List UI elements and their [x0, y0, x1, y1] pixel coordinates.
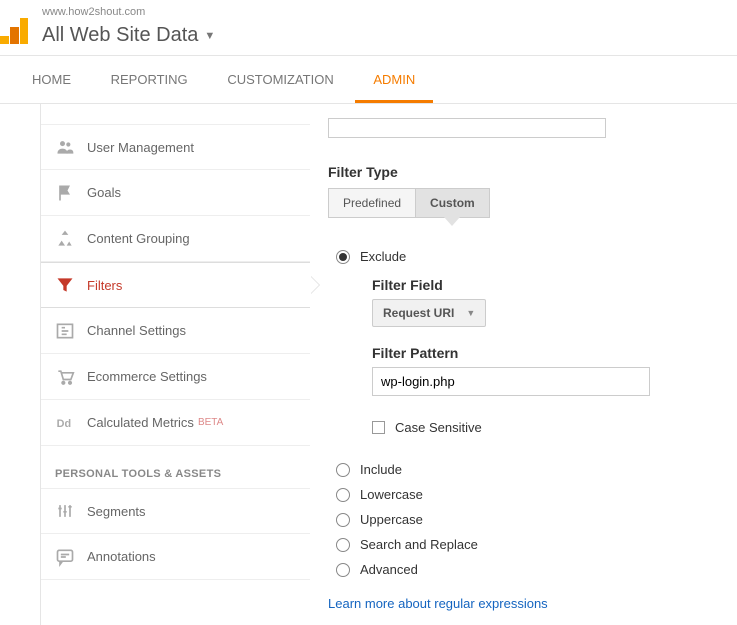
- filter-pattern-label: Filter Pattern: [372, 345, 719, 361]
- view-sidebar: User Management Goals Content Grouping F…: [40, 104, 310, 625]
- sidebar-item-label: User Management: [87, 140, 194, 155]
- main-panel: Filter Type Predefined Custom Exclude Fi…: [310, 104, 737, 625]
- regex-help-link[interactable]: Learn more about regular expressions: [328, 582, 719, 611]
- radio-label: Exclude: [360, 249, 406, 264]
- radio-include[interactable]: [336, 463, 350, 477]
- filter-type-toggle: Predefined Custom: [328, 188, 719, 218]
- channel-icon: [55, 321, 75, 341]
- host-label: www.how2shout.com: [42, 6, 737, 18]
- funnel-icon: [55, 275, 75, 295]
- radio-search-replace[interactable]: [336, 538, 350, 552]
- tab-customization[interactable]: CUSTOMIZATION: [209, 56, 351, 103]
- segments-icon: [55, 501, 75, 521]
- sidebar-item-filters[interactable]: Filters: [41, 262, 310, 308]
- radio-uppercase[interactable]: [336, 513, 350, 527]
- sidebar-item-ecommerce-settings[interactable]: Ecommerce Settings: [41, 354, 310, 400]
- radio-search-replace-row[interactable]: Search and Replace: [328, 532, 719, 557]
- radio-lowercase-row[interactable]: Lowercase: [328, 482, 719, 507]
- radio-label: Search and Replace: [360, 537, 478, 552]
- dropdown-value: Request URI: [383, 306, 454, 320]
- sidebar-item-annotations[interactable]: Annotations: [41, 534, 310, 580]
- svg-text:Dd: Dd: [57, 418, 71, 430]
- radio-exclude-row[interactable]: Exclude: [328, 244, 719, 269]
- tab-home[interactable]: HOME: [14, 56, 89, 103]
- users-icon: [55, 137, 75, 157]
- sidebar-item-channel-settings[interactable]: Channel Settings: [41, 308, 310, 354]
- sidebar-item-label: Annotations: [87, 549, 156, 564]
- radio-uppercase-row[interactable]: Uppercase: [328, 507, 719, 532]
- case-sensitive-checkbox[interactable]: [372, 421, 385, 434]
- tab-reporting[interactable]: REPORTING: [93, 56, 206, 103]
- cart-icon: [55, 367, 75, 387]
- filter-field-label: Filter Field: [372, 277, 719, 293]
- sidebar-item-user-management[interactable]: User Management: [41, 124, 310, 170]
- radio-advanced[interactable]: [336, 563, 350, 577]
- filter-type-custom[interactable]: Custom: [416, 188, 490, 218]
- group-icon: [55, 229, 75, 249]
- sidebar-item-label: Goals: [87, 185, 121, 200]
- sidebar-item-content-grouping[interactable]: Content Grouping: [41, 216, 310, 262]
- filter-type-label: Filter Type: [328, 164, 719, 180]
- sidebar-item-label: Segments: [87, 504, 146, 519]
- radio-include-row[interactable]: Include: [328, 457, 719, 482]
- case-sensitive-label: Case Sensitive: [395, 420, 482, 435]
- caret-down-icon: ▼: [466, 308, 475, 318]
- tab-admin[interactable]: ADMIN: [355, 56, 433, 103]
- ga-logo-icon: [0, 18, 28, 44]
- property-title: All Web Site Data: [42, 24, 198, 47]
- sidebar-item-calculated-metrics[interactable]: Dd Calculated Metrics BETA: [41, 400, 310, 446]
- sidebar-item-label: Calculated Metrics: [87, 415, 194, 430]
- radio-advanced-row[interactable]: Advanced: [328, 557, 719, 582]
- sidebar-section-head: PERSONAL TOOLS & ASSETS: [41, 446, 310, 488]
- sidebar-item-label: Channel Settings: [87, 323, 186, 338]
- radio-label: Uppercase: [360, 512, 423, 527]
- sidebar-item-goals[interactable]: Goals: [41, 170, 310, 216]
- sidebar-item-label: Filters: [87, 278, 122, 293]
- caret-down-icon: ▼: [204, 30, 215, 42]
- radio-lowercase[interactable]: [336, 488, 350, 502]
- radio-label: Include: [360, 462, 402, 477]
- radio-exclude[interactable]: [336, 250, 350, 264]
- filter-pattern-input[interactable]: [372, 367, 650, 396]
- filter-type-predefined[interactable]: Predefined: [328, 188, 416, 218]
- beta-badge: BETA: [198, 417, 223, 428]
- sidebar-item-segments[interactable]: Segments: [41, 488, 310, 534]
- sidebar-item-label: Ecommerce Settings: [87, 369, 207, 384]
- property-selector[interactable]: All Web Site Data ▼: [0, 24, 737, 55]
- filter-name-input[interactable]: [328, 118, 606, 138]
- flag-icon: [55, 183, 75, 203]
- filter-field-dropdown[interactable]: Request URI ▼: [372, 299, 486, 327]
- radio-label: Advanced: [360, 562, 418, 577]
- primary-tabs: HOME REPORTING CUSTOMIZATION ADMIN: [0, 55, 737, 104]
- sidebar-item-label: Content Grouping: [87, 231, 190, 246]
- radio-label: Lowercase: [360, 487, 423, 502]
- annotation-icon: [55, 547, 75, 567]
- dd-icon: Dd: [55, 413, 75, 433]
